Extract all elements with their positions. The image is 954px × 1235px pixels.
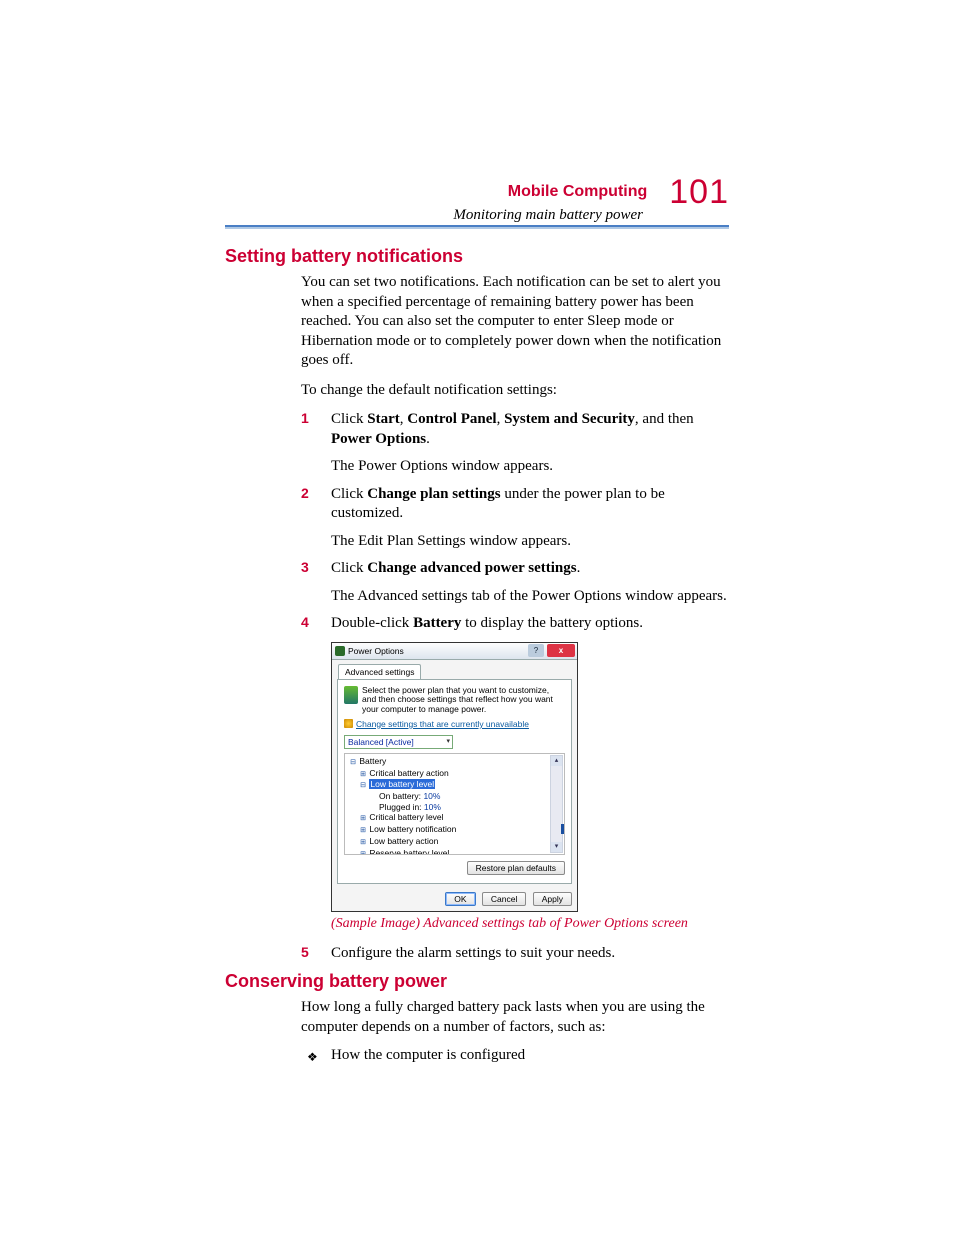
power-icon — [335, 646, 345, 656]
section-heading-conserving: Conserving battery power — [225, 971, 729, 992]
step-number: 2 — [301, 485, 309, 501]
scroll-down-icon[interactable]: ▾ — [551, 842, 562, 852]
header-rule — [225, 225, 729, 229]
settings-tree[interactable]: ⊟ Battery ⊞ Critical battery action ⊟ Lo… — [344, 753, 565, 855]
step-number: 1 — [301, 410, 309, 426]
battery-icon — [344, 686, 358, 704]
image-caption: (Sample Image) Advanced settings tab of … — [331, 916, 729, 932]
chapter-title: Mobile Computing — [508, 184, 648, 200]
help-button[interactable]: ? — [528, 644, 544, 657]
step-3: 3 Click Change advanced power settings. … — [301, 559, 729, 606]
step-4-text: Double-click Battery to display the batt… — [331, 614, 729, 634]
content: Setting battery notifications You can se… — [225, 240, 729, 1064]
bullet-item: ❖ How the computer is configured — [301, 1047, 729, 1064]
page: Mobile Computing 101 Monitoring main bat… — [0, 0, 954, 1235]
section-heading-notifications: Setting battery notifications — [225, 246, 729, 267]
dialog-description: Select the power plan that you want to c… — [362, 686, 565, 715]
tree-scrollbar[interactable]: ▴ ▾ — [550, 755, 563, 853]
scroll-up-icon[interactable]: ▴ — [551, 756, 562, 766]
step-5: 5 Configure the alarm settings to suit y… — [301, 944, 729, 964]
page-header: Mobile Computing 101 Monitoring main bat… — [453, 175, 729, 224]
diamond-bullet-icon: ❖ — [307, 1050, 318, 1065]
step-number: 4 — [301, 614, 309, 630]
apply-button[interactable]: Apply — [533, 892, 572, 906]
chapter-subtitle: Monitoring main battery power — [453, 207, 643, 224]
shield-icon — [344, 719, 353, 728]
scroll-thumb[interactable] — [561, 824, 565, 834]
power-plan-select[interactable]: Balanced [Active] — [344, 735, 453, 749]
step-3-text: Click Change advanced power settings. — [331, 559, 729, 579]
step-number: 3 — [301, 559, 309, 575]
cancel-button[interactable]: Cancel — [482, 892, 526, 906]
step-4: 4 Double-click Battery to display the ba… — [301, 614, 729, 932]
ok-button[interactable]: OK — [445, 892, 475, 906]
change-unavailable-link[interactable]: Change settings that are currently unava… — [344, 719, 565, 729]
conserving-paragraph: How long a fully charged battery pack la… — [301, 998, 729, 1037]
step-2-result: The Edit Plan Settings window appears. — [331, 532, 729, 552]
intro-paragraph-1: You can set two notifications. Each noti… — [301, 273, 729, 371]
power-options-dialog: Power Options ? x Advanced settings Sele… — [331, 642, 578, 912]
restore-defaults-button[interactable]: Restore plan defaults — [467, 861, 565, 875]
page-number: 101 — [669, 175, 729, 209]
step-3-result: The Advanced settings tab of the Power O… — [331, 587, 729, 607]
step-2-text: Click Change plan settings under the pow… — [331, 485, 729, 524]
advanced-settings-tab[interactable]: Advanced settings — [338, 664, 421, 679]
step-number: 5 — [301, 944, 309, 960]
step-1-text: Click Start, Control Panel, System and S… — [331, 410, 729, 449]
step-1-result: The Power Options window appears. — [331, 457, 729, 477]
dialog-body: Select the power plan that you want to c… — [337, 679, 572, 884]
dialog-title: Power Options — [348, 646, 404, 656]
intro-paragraph-2: To change the default notification setti… — [301, 381, 729, 401]
bullet-text: How the computer is configured — [331, 1047, 525, 1063]
step-1: 1 Click Start, Control Panel, System and… — [301, 410, 729, 477]
step-2: 2 Click Change plan settings under the p… — [301, 485, 729, 552]
close-button[interactable]: x — [547, 644, 575, 657]
dialog-titlebar: Power Options ? x — [332, 643, 577, 660]
selected-tree-item: Low battery level — [369, 779, 435, 789]
step-5-text: Configure the alarm settings to suit you… — [331, 944, 729, 964]
